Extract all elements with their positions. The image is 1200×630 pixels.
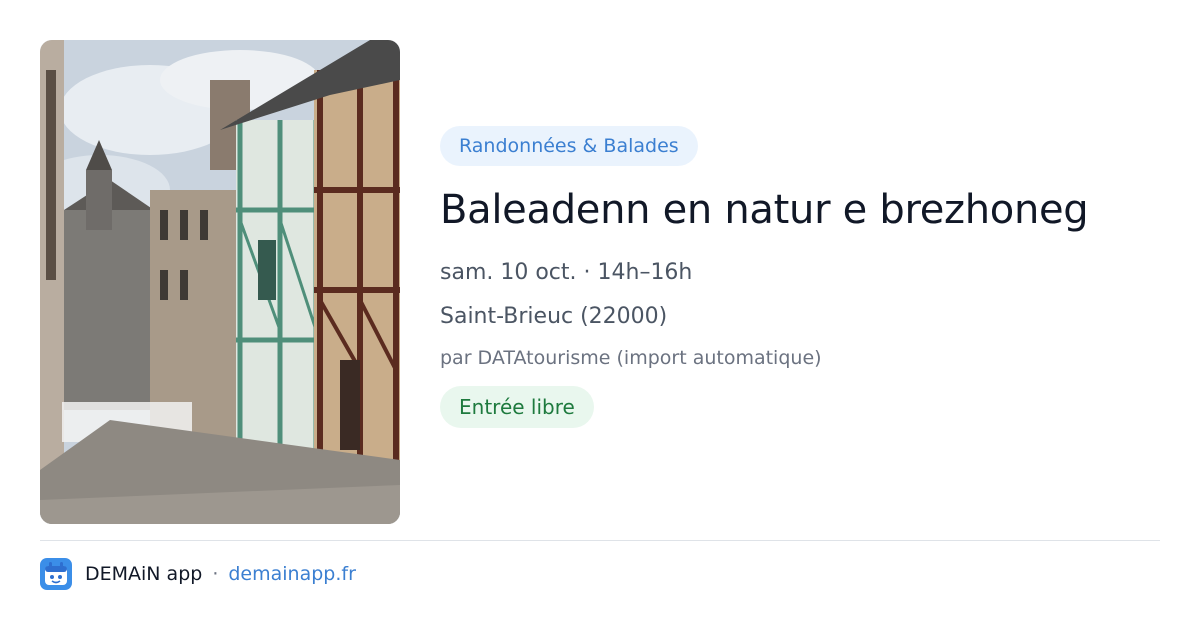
footer-divider xyxy=(40,540,1160,541)
event-title[interactable]: Baleadenn en natur e brezhoneg xyxy=(440,182,1160,238)
event-organizer: par DATAtourisme (import automatique) xyxy=(440,347,822,369)
event-location: Saint-Brieuc (22000) xyxy=(440,304,668,329)
category-badge[interactable]: Randonnées & Balades xyxy=(440,126,698,166)
footer-separator: · xyxy=(212,563,219,585)
event-datetime: sam. 10 oct. · 14h–16h xyxy=(440,260,693,285)
site-link[interactable]: demainapp.fr xyxy=(228,563,356,585)
event-info: Randonnées & Balades Baleadenn en natur … xyxy=(440,126,1160,428)
street-photo xyxy=(40,40,400,524)
price-badge: Entrée libre xyxy=(440,386,594,428)
footer: DEMAiN app · demainapp.fr xyxy=(40,558,356,590)
app-name: DEMAiN app xyxy=(85,563,203,585)
event-image[interactable] xyxy=(40,40,400,524)
demain-app-icon xyxy=(40,558,72,590)
